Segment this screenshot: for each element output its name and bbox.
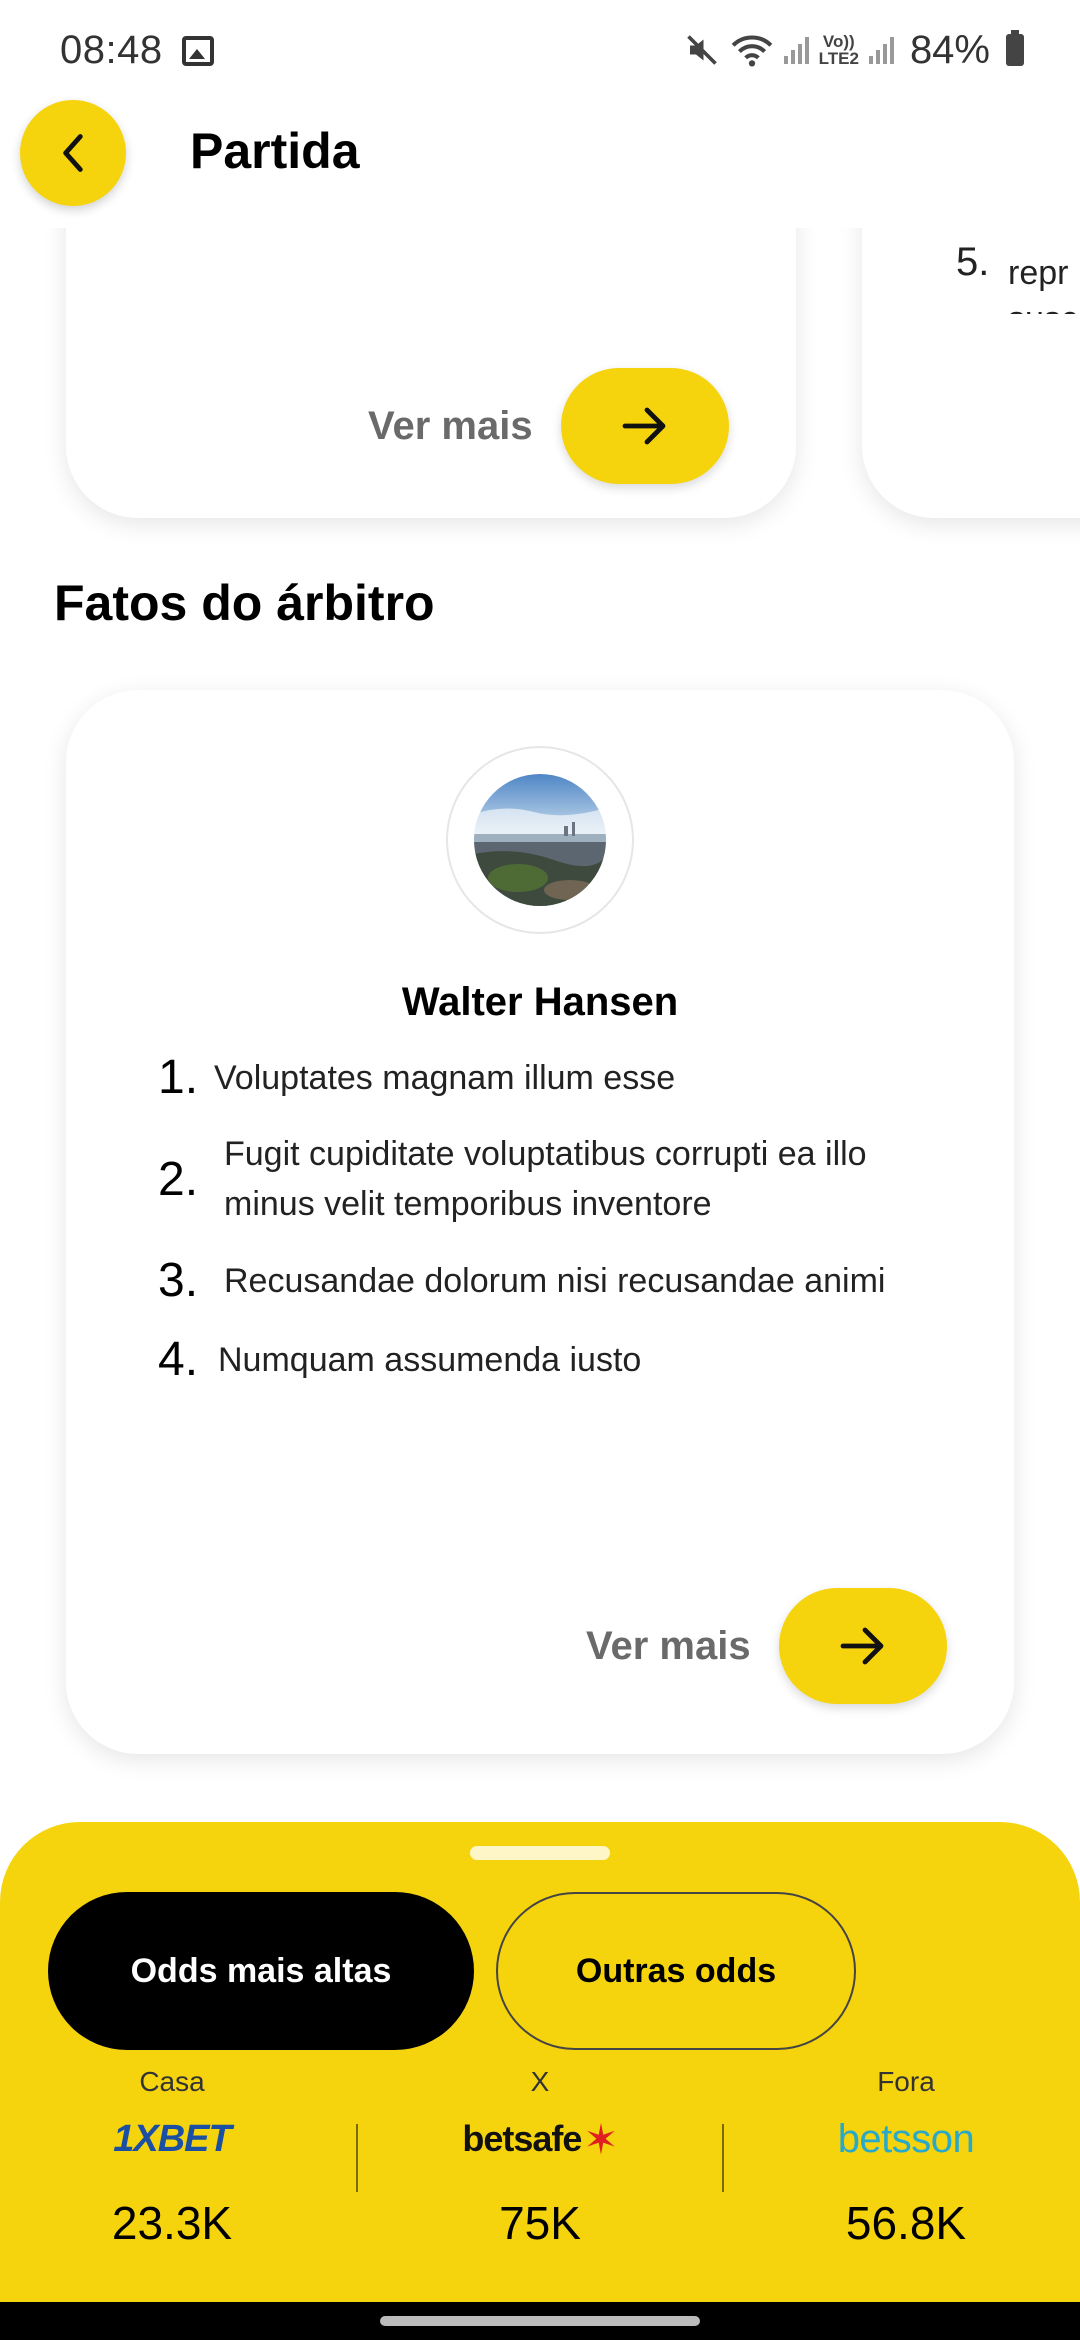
app-header: Partida — [0, 100, 1080, 228]
list-item-text: Fugit cupiditate voluptatibus corrupti e… — [224, 1135, 867, 1223]
status-icons: Vo)) LTE2 84% — [684, 26, 1024, 74]
odds-column-label: X — [530, 2066, 550, 2097]
bookmaker-logo-1xbet: 1XBET — [22, 2102, 322, 2176]
ver-mais-label[interactable]: Ver mais — [368, 404, 533, 449]
arrow-right-icon — [840, 1627, 883, 1665]
arrow-right-icon — [622, 407, 665, 445]
bookmaker-logo-text: 1XBET — [113, 2117, 231, 2160]
odds-value: 75K — [499, 2197, 581, 2249]
list-item-number: 1. — [158, 1051, 199, 1104]
volte-icon: Vo)) LTE2 — [818, 32, 859, 68]
odds-divider — [722, 2124, 724, 2192]
list-item-text: Voluptates magnam illum esse — [214, 1058, 676, 1097]
betsafe-star-icon: ✶ — [583, 2115, 618, 2163]
list-item-text: Recusandae dolorum nisi recusandae animi — [224, 1261, 886, 1300]
battery-icon — [1006, 30, 1024, 66]
wifi-icon — [731, 35, 772, 67]
ver-mais-button[interactable] — [778, 1588, 947, 1704]
signal-icon-2 — [868, 36, 894, 64]
mute-icon — [686, 35, 717, 65]
content-scroll[interactable]: Ver mais 5. repr susc Fatos do árbitro — [0, 228, 1080, 1828]
status-bar: 08:48 Vo)) LTE2 84% — [0, 0, 1080, 100]
list-item: 1. Voluptates magnam illum esse — [158, 1050, 958, 1105]
status-time: 08:48 — [60, 28, 163, 72]
tab-outras-odds[interactable]: Outras odds — [496, 1892, 856, 2050]
odds-column-label: Fora — [877, 2066, 935, 2097]
list-item: 3. Recusandae dolorum nisi recusandae an… — [158, 1253, 958, 1308]
referee-name: Walter Hansen — [401, 980, 679, 1024]
odds-value: 23.3K — [111, 2197, 233, 2249]
home-gesture-pill[interactable] — [380, 2316, 700, 2326]
list-item-number: 3. — [158, 1254, 199, 1307]
app-root: 08:48 Vo)) LTE2 84% Partida Ver mais 5. … — [0, 0, 1080, 2340]
list-item-text: Numquam assumenda iusto — [218, 1340, 642, 1379]
ver-mais-button[interactable] — [560, 368, 729, 484]
list-item: 2. Fugit cupiditate voluptatibus corrupt… — [158, 1129, 958, 1229]
referee-avatar — [474, 774, 606, 906]
peek-fact-text: repr — [1008, 254, 1069, 292]
ver-mais-label[interactable]: Ver mais — [586, 1624, 751, 1669]
battery-percent: 84% — [909, 27, 990, 72]
previous-card: Ver mais — [66, 228, 796, 518]
odds-column-x[interactable]: X betsafe ✶ 75K — [390, 2066, 690, 2250]
referee-facts-list: 1. Voluptates magnam illum esse 2. Fugit… — [158, 1050, 958, 1411]
signal-icon-1 — [783, 36, 809, 64]
bookmaker-logo-betsson: betsson — [756, 2102, 1056, 2176]
referee-card: Walter Hansen 1. Voluptates magnam illum… — [66, 690, 1014, 1754]
odds-value: 56.8K — [845, 2197, 967, 2249]
list-item-number: 4. — [158, 1333, 199, 1386]
back-button[interactable] — [20, 100, 126, 206]
previous-card-ver-mais-row: Ver mais — [368, 368, 729, 484]
odds-column-fora[interactable]: Fora betsson 56.8K — [756, 2066, 1056, 2250]
sheet-drag-handle[interactable] — [470, 1846, 610, 1860]
next-card-peek[interactable]: 5. repr susc — [862, 228, 1080, 518]
odds-bottom-sheet: Odds mais altas Outras odds Casa 1XBET 2… — [0, 1822, 1080, 2302]
chevron-left-icon — [63, 134, 83, 172]
odds-divider — [356, 2124, 358, 2192]
gallery-notification-icon — [182, 36, 214, 66]
bookmaker-logo-text: betsson — [837, 2116, 975, 2161]
bookmaker-logo-text: betsafe — [462, 2118, 582, 2159]
list-item: 4. Numquam assumenda iusto — [158, 1332, 958, 1387]
tab-odds-mais-altas[interactable]: Odds mais altas — [48, 1892, 474, 2050]
odds-column-label: Casa — [139, 2066, 205, 2097]
peek-fact-text-cut: susc — [1008, 300, 1078, 314]
peek-fact-number: 5. — [956, 240, 990, 284]
odds-column-casa[interactable]: Casa 1XBET 23.3K — [22, 2066, 322, 2250]
referee-ver-mais-row: Ver mais — [586, 1588, 947, 1704]
section-title-referee: Fatos do árbitro — [54, 575, 435, 631]
referee-avatar-ring — [446, 746, 634, 934]
bookmaker-logo-betsafe: betsafe ✶ — [390, 2102, 690, 2176]
system-nav-bar — [0, 2302, 1080, 2340]
list-item-number: 2. — [158, 1152, 199, 1206]
page-title: Partida — [190, 123, 360, 179]
